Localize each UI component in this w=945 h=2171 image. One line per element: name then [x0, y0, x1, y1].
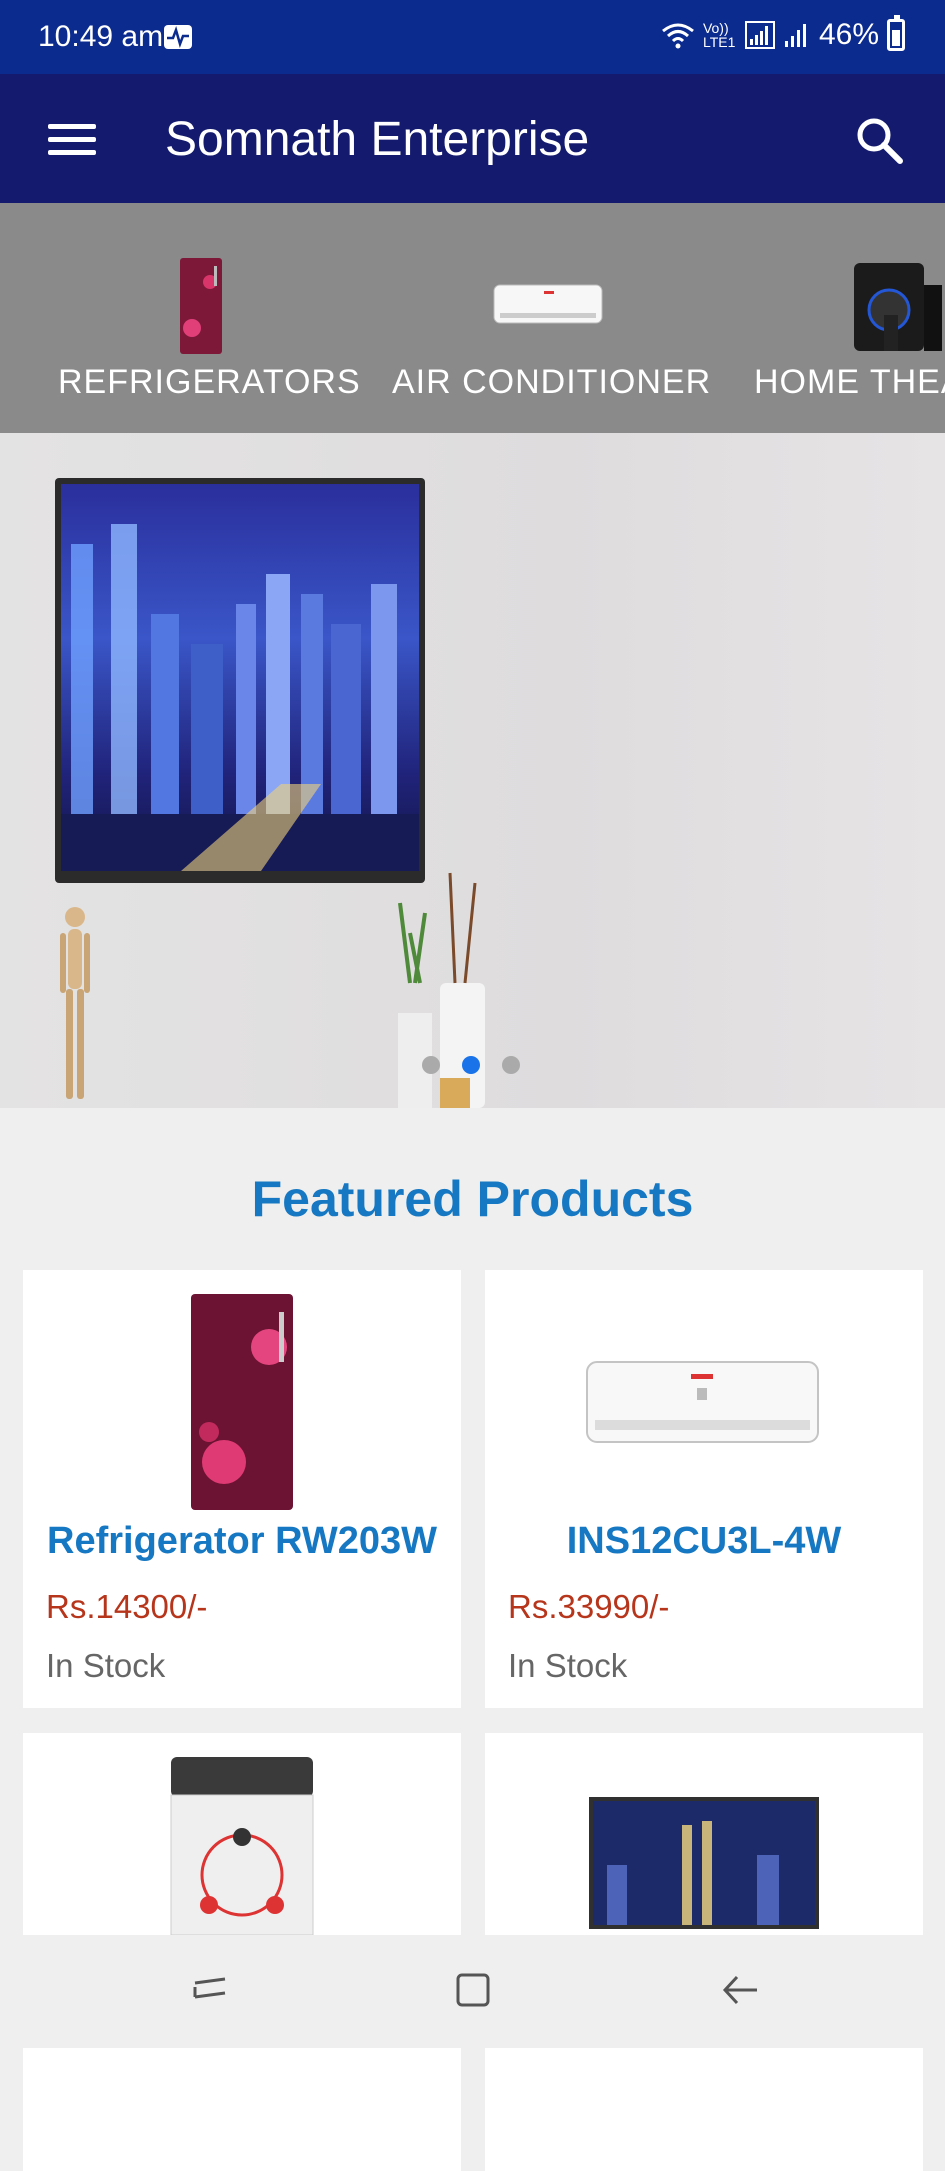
featured-products-title: Featured Products [251, 1171, 694, 1227]
activity-icon [164, 25, 192, 49]
product-price: Rs.14300/- [46, 1588, 208, 1625]
tv-image [55, 478, 425, 883]
product-stock: In Stock [508, 1647, 628, 1684]
city-skyline-image [61, 524, 419, 871]
product-name: Refrigerator RW203W [47, 1520, 437, 1562]
category-label: HOME THEA [754, 363, 945, 401]
status-icons: Vo)) LTE1 46% [661, 15, 905, 52]
category-strip: REFRIGERATORS AIR CONDITIONER HOME THEA [0, 203, 945, 433]
network-label: Vo)) LTE1 [702, 20, 736, 50]
wifi-icon [662, 23, 694, 49]
app-bar: Somnath Enterprise [0, 74, 945, 203]
home-theater-image [854, 263, 942, 351]
back-icon[interactable] [715, 1965, 765, 2015]
search-icon[interactable] [853, 114, 905, 166]
carousel-dot[interactable] [422, 1056, 440, 1074]
home-icon[interactable] [448, 1965, 498, 2015]
tv-product-image [589, 1797, 819, 1929]
category-home-theater[interactable]: HOME THEA [754, 203, 945, 433]
refrigerator-product-image [191, 1294, 293, 1510]
category-label: REFRIGERATORS [58, 363, 361, 401]
carousel-dot[interactable] [502, 1056, 520, 1074]
refrigerator-image [180, 258, 222, 354]
air-conditioner-product-image [586, 1361, 819, 1443]
category-label: AIR CONDITIONER [392, 363, 712, 401]
wooden-figure-image [60, 907, 90, 1099]
status-bar: 10:49 am Vo)) LTE1 46% [0, 0, 945, 74]
washing-machine-product-image [170, 1757, 314, 1935]
signal-icon-2 [784, 24, 806, 47]
system-nav-bar [0, 1935, 945, 2048]
product-price: Rs.33990/- [508, 1588, 670, 1625]
carousel-indicator [422, 1056, 520, 1074]
battery-percent: 46% [818, 18, 879, 51]
carousel-dot-active[interactable] [462, 1056, 480, 1074]
product-card[interactable]: INS12CU3L-4W Rs.33990/- In Stock [485, 1270, 923, 1708]
product-card[interactable]: Refrigerator RW203W Rs.14300/- In Stock [23, 1270, 461, 1708]
category-air-conditioner[interactable]: AIR CONDITIONER [392, 203, 722, 433]
category-refrigerators[interactable]: REFRIGERATORS [58, 203, 360, 433]
banner-carousel[interactable] [0, 433, 945, 1108]
recent-apps-icon[interactable] [185, 1965, 235, 2015]
air-conditioner-image [493, 284, 603, 324]
product-stock: In Stock [46, 1647, 166, 1684]
hamburger-menu-icon[interactable] [48, 124, 96, 158]
status-time: 10:49 am [38, 20, 164, 53]
battery-icon [887, 15, 905, 51]
signal-icon [744, 21, 775, 49]
app-title: Somnath Enterprise [165, 113, 590, 166]
product-name: INS12CU3L-4W [566, 1520, 842, 1562]
